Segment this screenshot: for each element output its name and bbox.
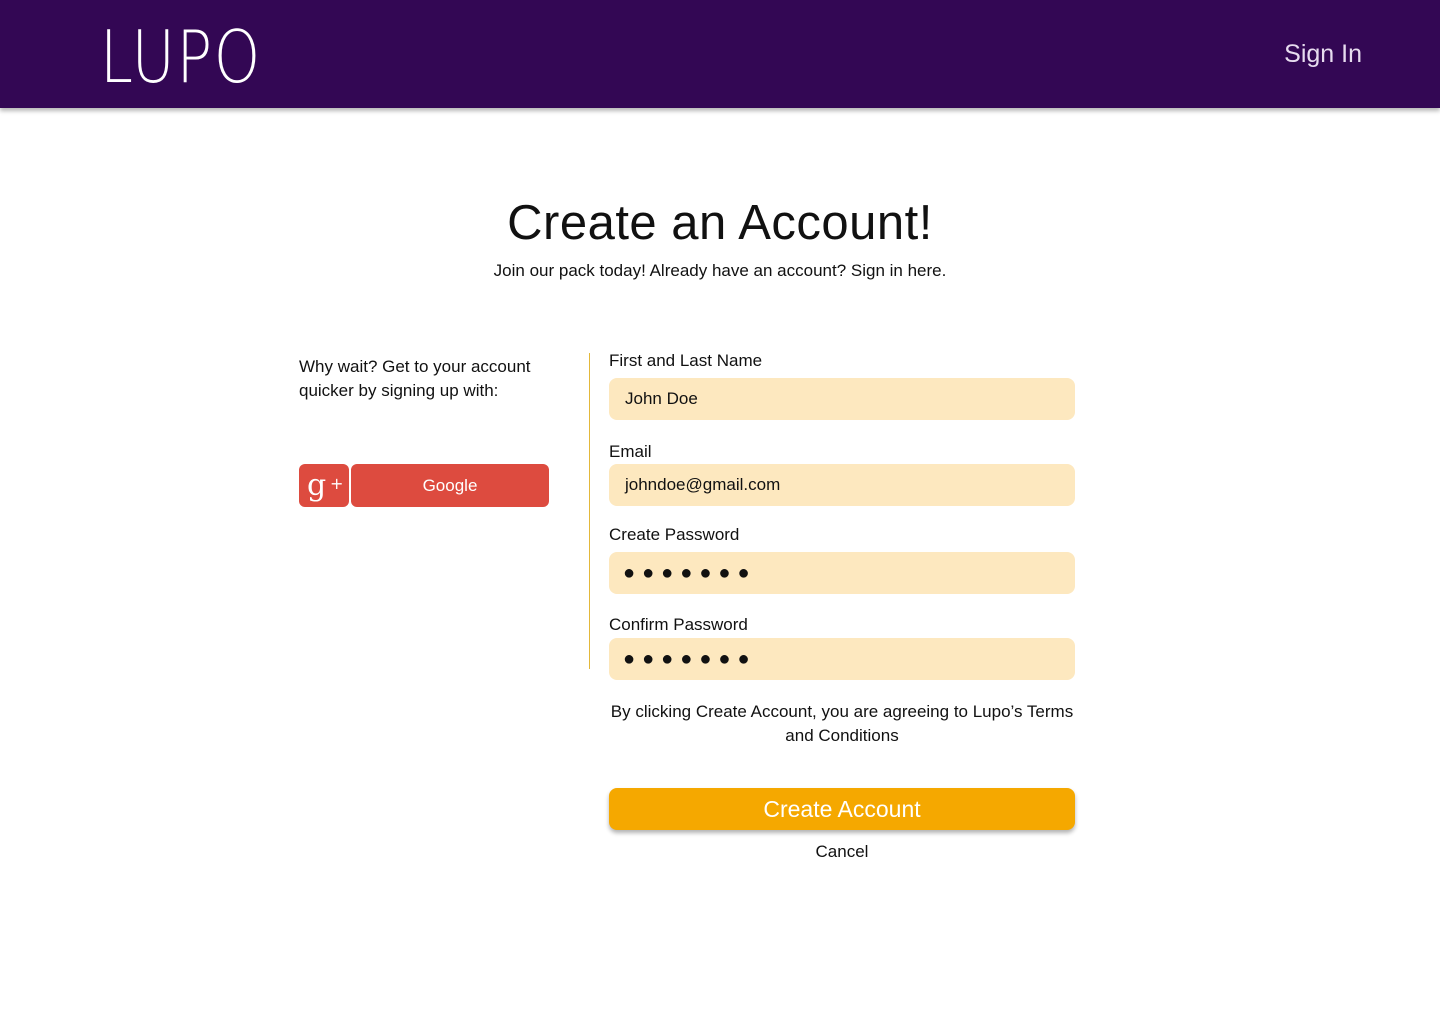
page-title: Create an Account!	[507, 196, 933, 250]
password-field[interactable]: ●●●●●●●	[609, 552, 1075, 594]
cancel-link[interactable]: Cancel	[609, 842, 1075, 862]
terms-text: By clicking Create Account, you are agre…	[610, 702, 1074, 745]
email-label: Email	[609, 442, 652, 461]
vertical-divider	[589, 353, 590, 669]
email-field[interactable]: johndoe@gmail.com	[609, 464, 1075, 506]
name-label: First and Last Name	[609, 351, 763, 370]
sign-in-link[interactable]: Sign In	[1284, 40, 1362, 69]
google-signup-button[interactable]: Google	[351, 464, 549, 507]
password-label: Create Password	[609, 525, 740, 544]
create-account-button[interactable]: Create Account	[609, 788, 1075, 830]
svg-text:g: g	[307, 468, 326, 503]
google-plus-icon[interactable]: g +	[299, 464, 349, 507]
page-subtitle: Join our pack today! Already have an acc…	[493, 261, 947, 280]
confirm-password-label: Confirm Password	[609, 615, 748, 634]
svg-text:+: +	[330, 474, 343, 493]
top-nav-bar: LUPO Sign In	[0, 0, 1440, 108]
confirm-password-field[interactable]: ●●●●●●●	[609, 638, 1075, 680]
social-signup-prompt: Why wait? Get to your account quicker by…	[299, 357, 531, 400]
lupo-logo[interactable]: LUPO	[100, 17, 262, 97]
name-field[interactable]: John Doe	[609, 378, 1075, 420]
